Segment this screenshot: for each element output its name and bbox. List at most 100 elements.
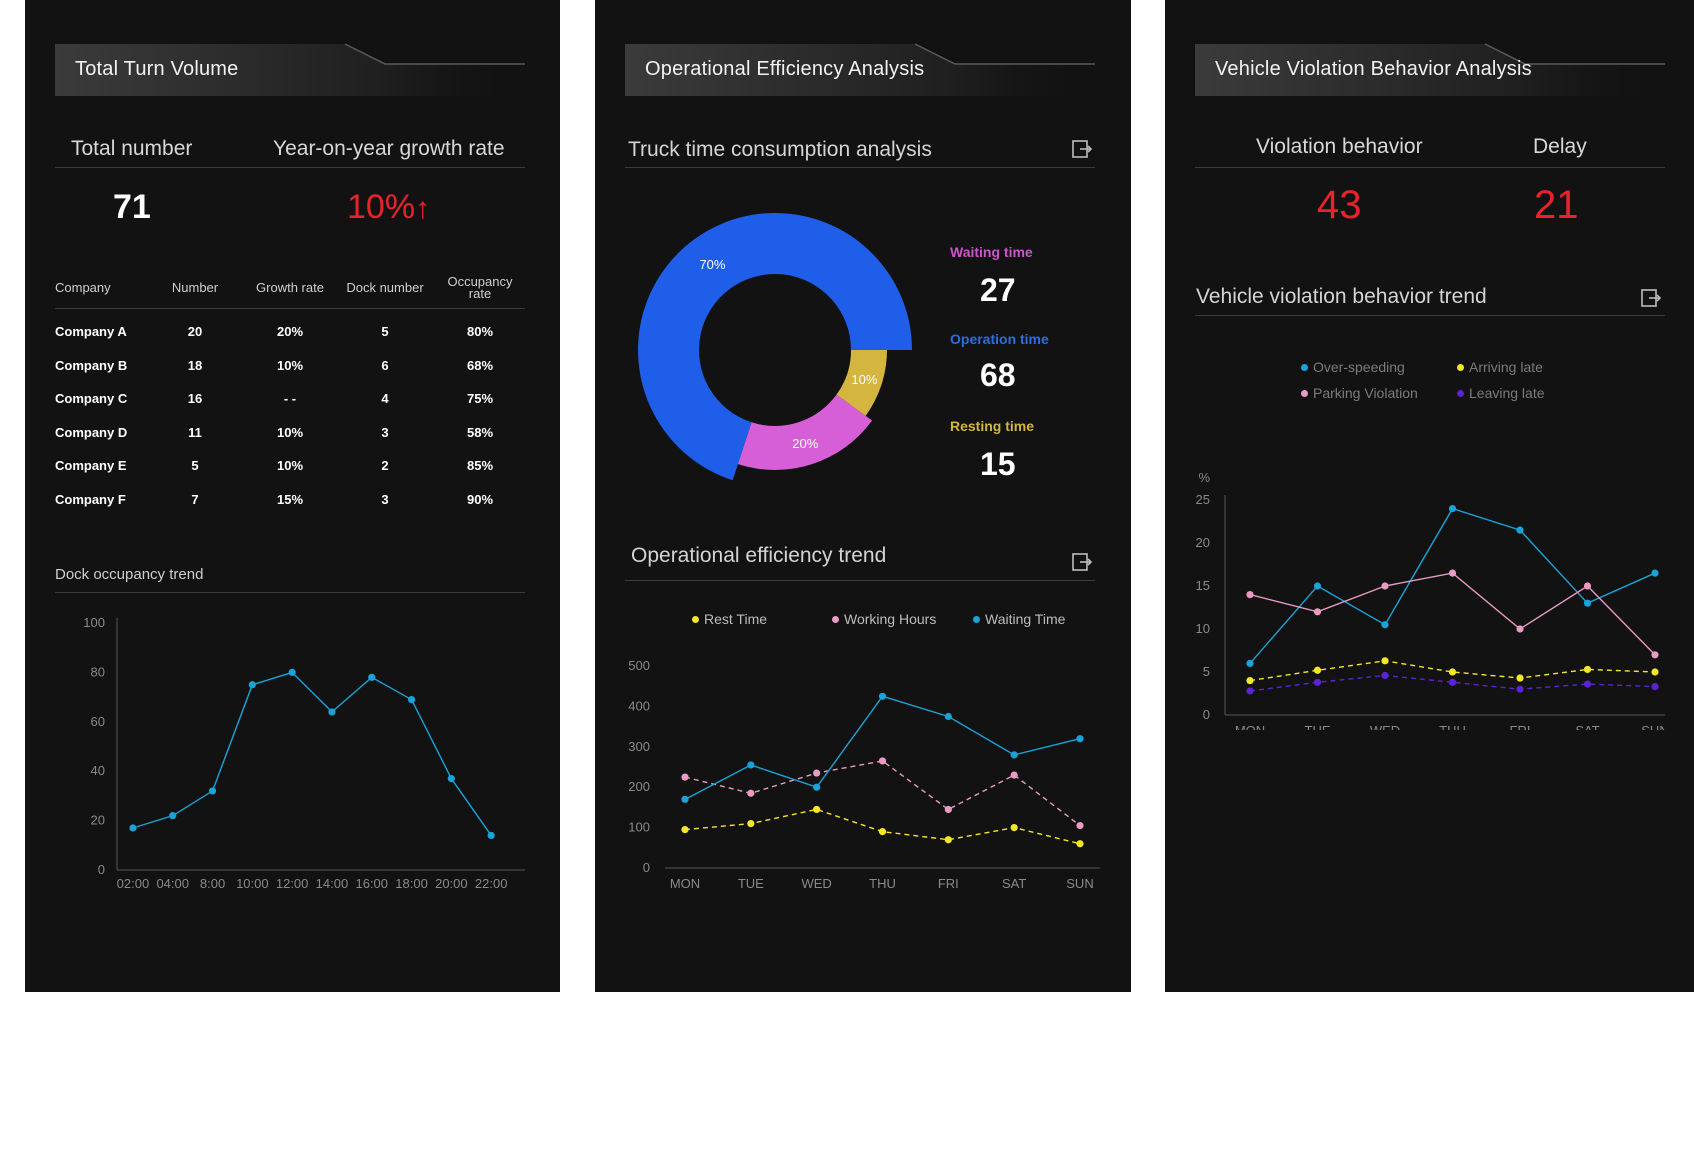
violation-trend-chart: 0 5 10 15 20 25% MON TUE WED THU FRI SAT SUN xyxy=(1196,470,1665,730)
cell: Company C xyxy=(55,391,128,407)
resting-time-value: 15 xyxy=(980,446,1016,482)
cell: 20 xyxy=(187,324,203,340)
data-point xyxy=(1246,687,1254,695)
donut-slice-label: 10% xyxy=(851,372,877,387)
section-divider xyxy=(625,167,1095,168)
data-point xyxy=(944,805,952,814)
x-tick-label: MON xyxy=(1235,723,1265,730)
data-point xyxy=(1583,665,1592,674)
donut-slice-label: 20% xyxy=(792,436,818,451)
panel-title: Vehicle Violation Behavior Analysis xyxy=(1215,58,1532,80)
data-point xyxy=(1010,824,1018,832)
section-divider xyxy=(1195,315,1665,316)
efficiency-trend-chart: 0 100 200 300 400 500 MON TUE WED THU FRI SAT SUN xyxy=(628,658,1100,891)
waiting-time-value: 27 xyxy=(980,272,1016,308)
delay-label: Delay xyxy=(1533,135,1587,158)
table-row: Company B 18 10% 6 68% xyxy=(55,349,525,383)
data-point xyxy=(1448,569,1457,577)
y-tick-label: 200 xyxy=(628,779,650,794)
col-dock-number: Dock number xyxy=(335,268,435,309)
col-growth-rate: Growth rate xyxy=(245,268,335,309)
data-point xyxy=(1651,683,1659,691)
cell: 10% xyxy=(276,424,304,440)
cell: 58% xyxy=(466,424,494,440)
data-point xyxy=(169,812,177,820)
y-tick-label: 300 xyxy=(628,739,650,754)
data-point xyxy=(407,695,416,704)
data-point xyxy=(487,831,495,840)
operation-time-value: 68 xyxy=(980,357,1016,393)
legend-leaving-late: Leaving late xyxy=(1457,385,1545,401)
y-axis-label: % xyxy=(1198,470,1210,485)
cell: 68% xyxy=(466,357,494,373)
total-turn-volume-panel: Total Turn Volume Total number Year-on-y… xyxy=(25,0,560,992)
table-body: Company A 20 20% 5 80% Company B 18 10% … xyxy=(55,309,525,517)
violation-trend-title: Vehicle violation behavior trend xyxy=(1196,285,1487,308)
legend-rest-time: Rest Time xyxy=(692,611,767,627)
cell: 90% xyxy=(466,491,494,507)
data-point xyxy=(368,673,376,681)
x-tick-label: 20:00 xyxy=(435,876,468,891)
vehicle-violation-panel: Vehicle Violation Behavior Analysis Viol… xyxy=(1165,0,1694,992)
export-icon[interactable] xyxy=(1071,551,1093,573)
data-point xyxy=(878,692,887,700)
x-tick-label: 16:00 xyxy=(355,876,388,891)
x-tick-label: FRI xyxy=(938,876,959,891)
export-icon[interactable] xyxy=(1071,138,1093,160)
x-tick-label: WED xyxy=(1370,723,1400,730)
data-point xyxy=(681,773,689,781)
efficiency-trend-title: Operational efficiency trend xyxy=(631,544,887,567)
x-tick-label: 10:00 xyxy=(236,876,269,891)
y-tick-label: 20 xyxy=(1196,535,1210,550)
legend-dot xyxy=(692,615,699,623)
x-tick-label: SAT xyxy=(1002,876,1026,891)
panel-header: Vehicle Violation Behavior Analysis xyxy=(1195,42,1665,98)
table-header-row: Company Number Growth rate Dock number O… xyxy=(55,268,525,309)
cell: Company E xyxy=(55,458,127,474)
cell: Company B xyxy=(55,357,128,373)
y-tick-label: 10 xyxy=(1196,621,1210,636)
data-point xyxy=(1651,569,1659,577)
data-point xyxy=(813,769,821,777)
growth-rate-label: Year-on-year growth rate xyxy=(273,137,505,160)
data-point xyxy=(288,668,296,676)
export-icon[interactable] xyxy=(1640,287,1662,309)
series-line xyxy=(1249,507,1656,664)
data-point xyxy=(1516,685,1524,693)
resting-time-label: Resting time xyxy=(950,418,1035,434)
data-point xyxy=(681,826,689,834)
truck-time-title: Truck time consumption analysis xyxy=(628,138,932,161)
data-point xyxy=(1516,674,1524,682)
panel-header: Total Turn Volume xyxy=(55,42,525,98)
data-point xyxy=(944,712,952,721)
violation-behavior-label: Violation behavior xyxy=(1256,135,1423,158)
cell: 15% xyxy=(276,491,304,507)
data-point xyxy=(747,761,755,769)
data-point xyxy=(1246,677,1254,685)
table-row: Company F 7 15% 3 90% xyxy=(55,483,525,517)
data-point xyxy=(1583,680,1592,688)
y-tick-label: 0 xyxy=(98,862,105,877)
x-tick-label: SUN xyxy=(1066,876,1093,891)
cell: Company F xyxy=(55,491,126,507)
legend-dot xyxy=(973,615,980,623)
data-point xyxy=(1076,735,1084,743)
section-divider xyxy=(625,580,1095,581)
y-tick-label: 0 xyxy=(1203,707,1210,722)
x-tick-label: 8:00 xyxy=(200,876,225,891)
operational-efficiency-panel: Operational Efficiency Analysis Truck ti… xyxy=(595,0,1131,992)
data-point xyxy=(1313,582,1322,590)
panel-title: Operational Efficiency Analysis xyxy=(645,58,925,80)
series-line xyxy=(684,695,1081,800)
data-point xyxy=(1448,678,1457,686)
legend-label: Rest Time xyxy=(704,611,768,627)
series-line xyxy=(684,808,1081,845)
data-point xyxy=(129,824,137,832)
cell: 4 xyxy=(381,391,389,407)
data-point xyxy=(1448,668,1457,676)
series-line xyxy=(132,671,492,836)
data-point xyxy=(208,787,217,795)
y-tick-label: 5 xyxy=(1203,664,1210,679)
panel-header: Operational Efficiency Analysis xyxy=(625,42,1095,98)
data-point xyxy=(1010,751,1018,759)
